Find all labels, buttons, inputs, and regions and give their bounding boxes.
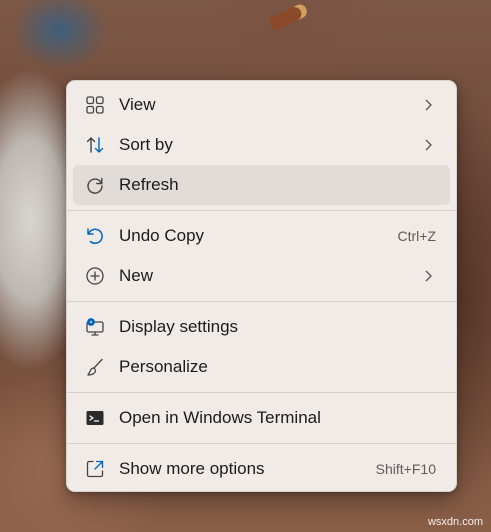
menu-item-label: Show more options bbox=[119, 459, 265, 478]
display-settings-icon bbox=[85, 317, 105, 337]
menu-item-label: New bbox=[119, 266, 154, 285]
expand-icon bbox=[85, 459, 105, 479]
menu-item-personalize[interactable]: Personalize bbox=[73, 347, 450, 387]
grid-icon bbox=[85, 95, 105, 115]
chevron-right-icon bbox=[422, 269, 434, 283]
shortcut-hint: Ctrl+Z bbox=[397, 228, 437, 244]
chevron-right-icon bbox=[422, 98, 434, 112]
menu-item-label: View bbox=[119, 95, 156, 114]
menu-item-label: Refresh bbox=[119, 175, 179, 194]
menu-item-label: Display settings bbox=[119, 317, 239, 336]
undo-icon bbox=[85, 226, 105, 246]
terminal-icon bbox=[85, 408, 105, 428]
brush-icon bbox=[85, 357, 105, 377]
menu-item-display-settings[interactable]: Display settings bbox=[73, 307, 450, 347]
refresh-icon bbox=[85, 175, 105, 195]
desktop-context-menu: View Sort by Refresh Undo Copy Ctrl+Z Ne… bbox=[66, 80, 457, 492]
chevron-right-icon bbox=[422, 138, 434, 152]
menu-item-view[interactable]: View bbox=[73, 85, 450, 125]
menu-item-label: Open in Windows Terminal bbox=[119, 408, 321, 427]
menu-separator bbox=[67, 301, 456, 302]
menu-item-label: Personalize bbox=[119, 357, 208, 376]
menu-item-label: Undo Copy bbox=[119, 226, 205, 245]
menu-item-label: Sort by bbox=[119, 135, 173, 154]
menu-item-undo-copy[interactable]: Undo Copy Ctrl+Z bbox=[73, 216, 450, 256]
menu-item-open-windows-terminal[interactable]: Open in Windows Terminal bbox=[73, 398, 450, 438]
menu-item-refresh[interactable]: Refresh bbox=[73, 165, 450, 205]
menu-separator bbox=[67, 210, 456, 211]
menu-item-new[interactable]: New bbox=[73, 256, 450, 296]
shortcut-hint: Shift+F10 bbox=[375, 461, 436, 477]
menu-item-show-more-options[interactable]: Show more options Shift+F10 bbox=[73, 449, 450, 489]
menu-separator bbox=[67, 392, 456, 393]
watermark-text: wsxdn.com bbox=[427, 516, 483, 528]
menu-item-sort-by[interactable]: Sort by bbox=[73, 125, 450, 165]
sort-arrows-icon bbox=[85, 135, 105, 155]
menu-separator bbox=[67, 443, 456, 444]
new-plus-icon bbox=[85, 266, 105, 286]
